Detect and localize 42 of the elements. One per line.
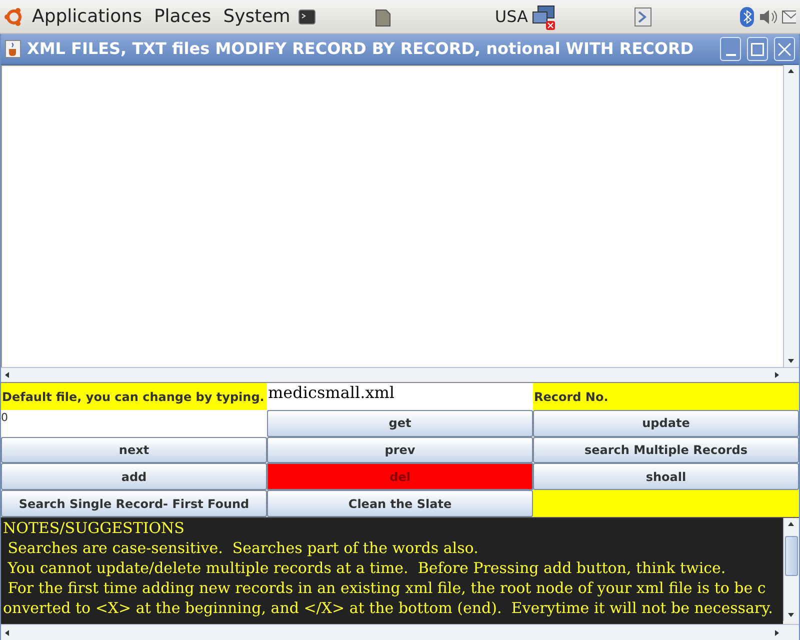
vertical-scrollbar[interactable]	[783, 518, 799, 621]
envelope-icon[interactable]	[782, 8, 796, 24]
panel-menu[interactable]: Places	[150, 3, 216, 30]
window-title: XML FILES, TXT files MODIFY RECORD BY RECORD, notional WITH RECORD	[27, 38, 695, 60]
action-button[interactable]: update	[533, 410, 799, 437]
keyboard-layout-indicator[interactable]: USA	[494, 4, 528, 28]
maximize-button[interactable]	[747, 37, 768, 61]
notes-line: Searches are case-sensitive. Searches part of the words also.	[6, 538, 480, 558]
close-icon	[778, 42, 791, 56]
notes-line: For the first time adding new records in an existing xml file, the root node of your xml file is to be c	[6, 578, 767, 598]
bluetooth-icon[interactable]	[740, 6, 754, 26]
horizontal-scrollbar[interactable]	[1, 367, 799, 382]
minimize-button[interactable]	[720, 37, 741, 61]
notes-icon[interactable]	[634, 6, 652, 26]
text-field[interactable]: 0	[1, 410, 267, 437]
action-button[interactable]: shoall	[533, 463, 799, 490]
notes-line: NOTES/SUGGESTIONS	[3, 518, 186, 538]
horizontal-scrollbar[interactable]	[1, 624, 799, 640]
network-disconnected-icon[interactable]	[532, 4, 556, 30]
cup-icon	[5, 40, 21, 58]
panel-menu[interactable]: Applications	[28, 3, 146, 30]
notes-text-area[interactable]	[1, 518, 783, 624]
field-label: Record No.	[533, 383, 799, 410]
vertical-scrollbar[interactable]	[783, 65, 799, 367]
action-button[interactable]: next	[1, 436, 267, 464]
action-button[interactable]: prev	[267, 436, 533, 464]
speaker-icon[interactable]	[758, 8, 778, 26]
search-button[interactable]: search Multiple Records	[533, 436, 799, 464]
document-icon[interactable]	[374, 6, 392, 26]
search-button[interactable]: Clean the Slate	[267, 490, 533, 517]
terminal-icon[interactable]	[298, 8, 316, 26]
action-button[interactable]: add	[1, 463, 267, 490]
field-label: Default file, you can change by typing.	[1, 383, 267, 410]
ubuntu-logo-icon[interactable]	[4, 6, 24, 26]
notes-line: onverted to <X> at the beginning, and </X> at the bottom (end). Everytime it will not be necessary.	[3, 598, 774, 618]
panel-menu[interactable]: System	[219, 3, 294, 30]
notes-line: You cannot update/delete multiple records at a time. Before Pressing add button, think twice.	[6, 558, 727, 578]
text-field[interactable]: medicsmall.xml	[267, 383, 533, 410]
action-button[interactable]: get	[267, 410, 533, 437]
maximize-icon	[751, 42, 764, 56]
search-button[interactable]: Search Single Record- First Found	[1, 490, 267, 517]
minimize-icon	[726, 54, 736, 56]
